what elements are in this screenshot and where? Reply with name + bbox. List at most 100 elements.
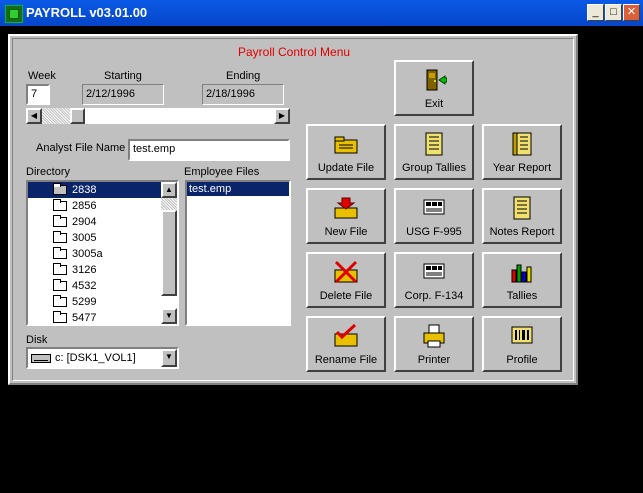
starting-label: Starting	[104, 70, 142, 82]
window-title: PAYROLL v03.01.00	[26, 5, 148, 20]
title-bar[interactable]: PAYROLL v03.01.00 _ □ ✕	[0, 0, 643, 26]
week-input[interactable]: 7	[26, 84, 50, 105]
new-file-label: New File	[324, 226, 368, 238]
directory-scroll-thumb[interactable]	[161, 210, 177, 296]
directory-rows: 2838 2856 2904 3005 3005a 3126 4532 5299 5477	[28, 182, 177, 324]
scroll-right-button[interactable]: ▶	[274, 108, 290, 124]
scroll-thumb[interactable]	[70, 108, 85, 124]
scroll-track-left[interactable]	[42, 108, 70, 124]
scroll-left-button[interactable]: ◀	[26, 108, 42, 124]
corp-f134-button[interactable]: Corp. F-134	[394, 252, 474, 308]
folder-icon	[53, 215, 67, 227]
ending-date: 2/18/1996	[202, 84, 284, 105]
employee-rows: test.emp	[187, 182, 289, 196]
directory-item[interactable]: 2856	[28, 198, 177, 214]
delete-file-label: Delete File	[319, 290, 373, 302]
folder-icon	[53, 199, 67, 211]
rename-file-label: Rename File	[314, 354, 378, 366]
directory-item-label: 3126	[72, 264, 97, 276]
directory-item[interactable]: 5477	[28, 310, 177, 324]
folder-icon	[53, 263, 67, 275]
directory-item[interactable]: 2838	[28, 182, 177, 198]
employee-file-item[interactable]: test.emp	[187, 182, 289, 196]
directory-list[interactable]: 2838 2856 2904 3005 3005a 3126 4532 5299 5477 ▲ …	[26, 180, 179, 326]
report-book-icon	[512, 132, 532, 156]
folder-icon	[53, 183, 67, 195]
minimize-button[interactable]: _	[587, 4, 604, 21]
app-window: PAYROLL v03.01.00 _ □ ✕ Payroll Control …	[0, 0, 643, 493]
directory-item[interactable]: 2904	[28, 214, 177, 230]
new-file-button[interactable]: New File	[306, 188, 386, 244]
year-report-button[interactable]: Year Report	[482, 124, 562, 180]
employee-file-list[interactable]: test.emp	[185, 180, 291, 326]
directory-item-label: 5477	[72, 312, 97, 324]
folder-icon	[53, 311, 67, 323]
rename-file-button[interactable]: Rename File	[306, 316, 386, 372]
app-icon[interactable]	[5, 5, 23, 23]
directory-scrollbar[interactable]: ▲ ▼	[161, 182, 177, 324]
notes-icon	[513, 196, 531, 220]
directory-item[interactable]: 3005a	[28, 246, 177, 262]
folder-update-icon	[334, 136, 358, 154]
group-tallies-label: Group Tallies	[402, 162, 466, 174]
profile-button[interactable]: Profile	[482, 316, 562, 372]
printer-label: Printer	[417, 354, 451, 366]
maximize-button[interactable]: □	[605, 4, 622, 21]
profile-label: Profile	[506, 354, 538, 366]
folder-icon	[53, 231, 67, 243]
analyst-file-input[interactable]: test.emp	[128, 139, 290, 161]
usg-f995-label: USG F-995	[406, 226, 462, 238]
directory-item[interactable]: 3005	[28, 230, 177, 246]
week-label: Week	[28, 70, 56, 82]
corp-f134-label: Corp. F-134	[404, 290, 464, 302]
analyst-label: Analyst File Name	[36, 142, 126, 154]
form-icon	[423, 199, 445, 215]
disk-select[interactable]: c: [DSK1_VOL1] ▼	[26, 347, 179, 369]
scroll-track-top[interactable]	[161, 198, 177, 210]
drive-icon	[31, 354, 51, 363]
directory-label: Directory	[26, 166, 71, 178]
directory-item-label: 2856	[72, 200, 97, 212]
directory-item[interactable]: 3126	[28, 262, 177, 278]
directory-item-label: 2904	[72, 216, 97, 228]
directory-item-label: 5299	[72, 296, 97, 308]
door-exit-icon	[426, 69, 447, 91]
scroll-up-button[interactable]: ▲	[161, 182, 177, 198]
directory-item[interactable]: 4532	[28, 278, 177, 294]
starting-date: 2/12/1996	[82, 84, 164, 105]
folder-icon	[53, 247, 67, 259]
notes-report-label: Notes Report	[489, 226, 555, 238]
year-report-label: Year Report	[492, 162, 552, 174]
week-scrollbar[interactable]: ◀ ▶	[26, 108, 290, 124]
scroll-down-button[interactable]: ▼	[161, 308, 177, 324]
directory-item-label: 2838	[72, 184, 97, 196]
printer-button[interactable]: Printer	[394, 316, 474, 372]
directory-item-label: 4532	[72, 280, 97, 292]
delete-file-icon	[334, 260, 358, 284]
group-tallies-button[interactable]: Group Tallies	[394, 124, 474, 180]
exit-label: Exit	[424, 98, 444, 110]
tallies-button[interactable]: Tallies	[482, 252, 562, 308]
bar-chart-icon	[511, 264, 532, 283]
usg-f995-button[interactable]: USG F-995	[394, 188, 474, 244]
update-file-label: Update File	[317, 162, 375, 174]
folder-icon	[53, 295, 67, 307]
ending-label: Ending	[226, 70, 261, 82]
delete-file-button[interactable]: Delete File	[306, 252, 386, 308]
close-button[interactable]: ✕	[623, 4, 640, 21]
printer-icon	[423, 324, 445, 348]
folder-icon	[53, 279, 67, 291]
employee-files-label: Employee Files	[184, 166, 260, 178]
directory-item-label: 3005	[72, 232, 97, 244]
chevron-down-icon[interactable]: ▼	[161, 349, 177, 367]
control-panel: Payroll Control Menu Week 7 Starting 2/1…	[8, 34, 578, 385]
rename-file-icon	[334, 324, 358, 347]
notes-report-button[interactable]: Notes Report	[482, 188, 562, 244]
ledger-icon	[425, 132, 443, 156]
exit-button[interactable]: Exit	[394, 60, 474, 116]
tallies-label: Tallies	[506, 290, 538, 302]
directory-item[interactable]: 5299	[28, 294, 177, 310]
barcode-icon	[511, 326, 533, 344]
update-file-button[interactable]: Update File	[306, 124, 386, 180]
menu-title: Payroll Control Menu	[238, 45, 351, 59]
